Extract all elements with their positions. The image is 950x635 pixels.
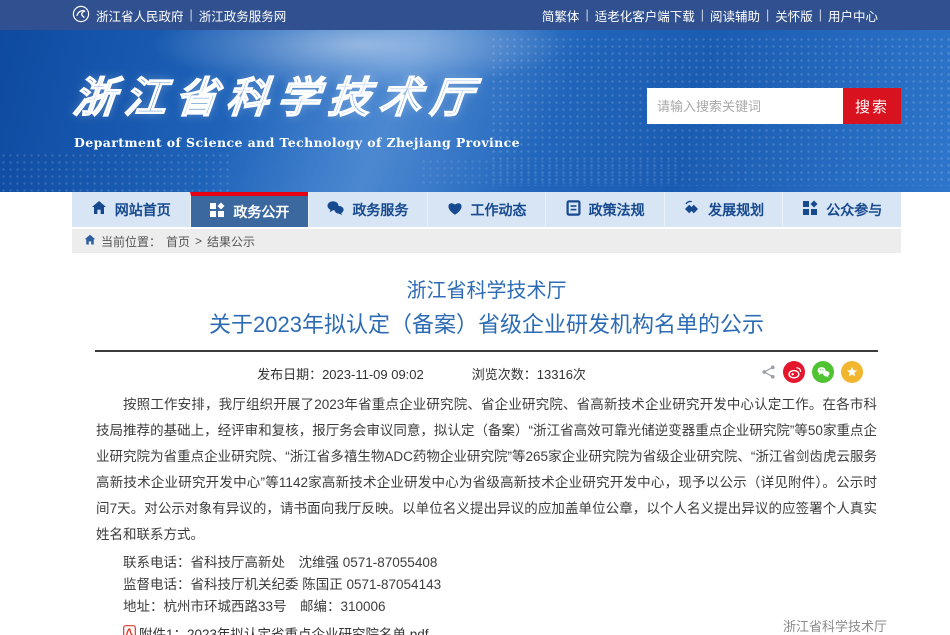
nav-item-home[interactable]: 网站首页 [72, 192, 190, 227]
nav-item-work-news[interactable]: 工作动态 [427, 192, 546, 227]
search-button[interactable]: 搜索 [843, 88, 901, 124]
dots-decoration [0, 152, 230, 192]
publish-date: 发布日期：2023-11-09 09:02 [257, 364, 424, 383]
breadcrumb-separator: > [195, 234, 202, 248]
site-header-banner: 浙江省科学技术厅 Department of Science and Techn… [0, 30, 950, 192]
site-title-calligraphy: 浙江省科学技术厅 [71, 64, 523, 125]
nav-item-policies-regulations[interactable]: 政策法规 [545, 192, 664, 227]
link-user-center[interactable]: 用户中心 [828, 6, 878, 25]
view-count-label: 浏览次数： [472, 367, 537, 382]
separator: | [585, 8, 588, 22]
publish-date-label: 发布日期： [257, 367, 322, 382]
address-line: 地址：杭州市环城西路33号 邮编：310006 [96, 596, 877, 618]
breadcrumb: 当前位置： 首页 > 结果公示 [72, 229, 901, 253]
supervision-phone-line: 监督电话：省科技厅机关纪委 陈国正 0571-87054143 [96, 574, 877, 596]
favorite-star-share-icon[interactable] [841, 361, 863, 383]
nav-item-government-openness[interactable]: 政务公开 [190, 192, 309, 227]
separator: | [766, 8, 769, 22]
view-count: 浏览次数：13316次 [472, 364, 586, 383]
site-search: 搜索 [647, 88, 901, 124]
article-content: 浙江省科学技术厅 关于2023年拟认定（备案）省级企业研发机构名单的公示 发布日… [72, 279, 901, 635]
link-simplified-traditional[interactable]: 简繁体 [542, 6, 580, 25]
nav-item-public-participation[interactable]: 公众参与 [782, 192, 901, 227]
separator: | [819, 8, 822, 22]
gov-emblem-icon [72, 5, 90, 26]
contact-info: 联系电话：省科技厅高新处 沈维强 0571-87055408 监督电话：省科技厅… [96, 552, 877, 618]
nav-item-label: 政策法规 [589, 200, 645, 220]
title-divider [95, 350, 878, 352]
top-utility-bar: 浙江省人民政府 | 浙江政务服务网 简繁体 | 适老化客户端下载 | 阅读辅助 … [0, 0, 950, 30]
link-care-version[interactable]: 关怀版 [775, 6, 813, 25]
search-input[interactable] [647, 88, 843, 124]
nav-item-label: 工作动态 [471, 200, 527, 220]
link-provincial-government[interactable]: 浙江省人民政府 [96, 6, 184, 25]
view-count-value: 13316次 [537, 367, 586, 382]
main-navigation: 网站首页 政务公开 政务服务 工作动态 政策法规 发展规划 公众参与 [72, 192, 901, 227]
breadcrumb-home-icon [84, 234, 96, 249]
share-icon[interactable] [761, 364, 776, 380]
article-title-line2: 关于2023年拟认定（备案）省级企业研发机构名单的公示 [72, 311, 901, 339]
breadcrumb-home-link[interactable]: 首页 [166, 233, 190, 250]
home-icon [91, 200, 107, 219]
share-toolbar [761, 361, 863, 383]
wechat-share-icon[interactable] [812, 361, 834, 383]
dots-decoration [420, 158, 680, 184]
site-title-english: Department of Science and Technology of … [74, 135, 520, 150]
nav-item-label: 发展规划 [708, 200, 764, 220]
breadcrumb-prefix: 当前位置： [101, 233, 161, 250]
nav-item-government-services[interactable]: 政务服务 [308, 192, 427, 227]
article-meta-row: 发布日期：2023-11-09 09:02 浏览次数：13316次 [72, 360, 901, 386]
nav-item-development-planning[interactable]: 发展规划 [664, 192, 783, 227]
article-body-paragraph: 按照工作安排，我厅组织开展了2023年省重点企业研究院、省企业研究院、省高新技术… [96, 392, 877, 548]
openness-seal-icon [209, 202, 225, 221]
separator: | [701, 8, 704, 22]
breadcrumb-current: 结果公示 [207, 233, 255, 250]
chat-bubbles-icon [327, 200, 344, 219]
nav-item-label: 政务公开 [233, 202, 289, 222]
contact-phone-line: 联系电话：省科技厅高新处 沈维强 0571-87055408 [96, 552, 877, 574]
nav-item-label: 政务服务 [352, 200, 408, 220]
heart-icon [447, 201, 463, 219]
article-title-line1: 浙江省科学技术厅 [72, 279, 901, 303]
handshake-icon [683, 200, 700, 219]
link-reading-assist[interactable]: 阅读辅助 [710, 6, 760, 25]
participation-seal-icon [802, 200, 818, 219]
publish-date-value: 2023-11-09 09:02 [322, 367, 424, 382]
site-logo[interactable]: 浙江省科学技术厅 Department of Science and Techn… [74, 64, 520, 150]
separator: | [190, 8, 193, 22]
nav-item-label: 公众参与 [826, 200, 882, 220]
link-elderly-client-download[interactable]: 适老化客户端下载 [595, 6, 695, 25]
weibo-share-icon[interactable] [783, 361, 805, 383]
link-gov-service-site[interactable]: 浙江政务服务网 [199, 6, 287, 25]
document-icon [566, 200, 581, 219]
nav-item-label: 网站首页 [115, 200, 171, 220]
